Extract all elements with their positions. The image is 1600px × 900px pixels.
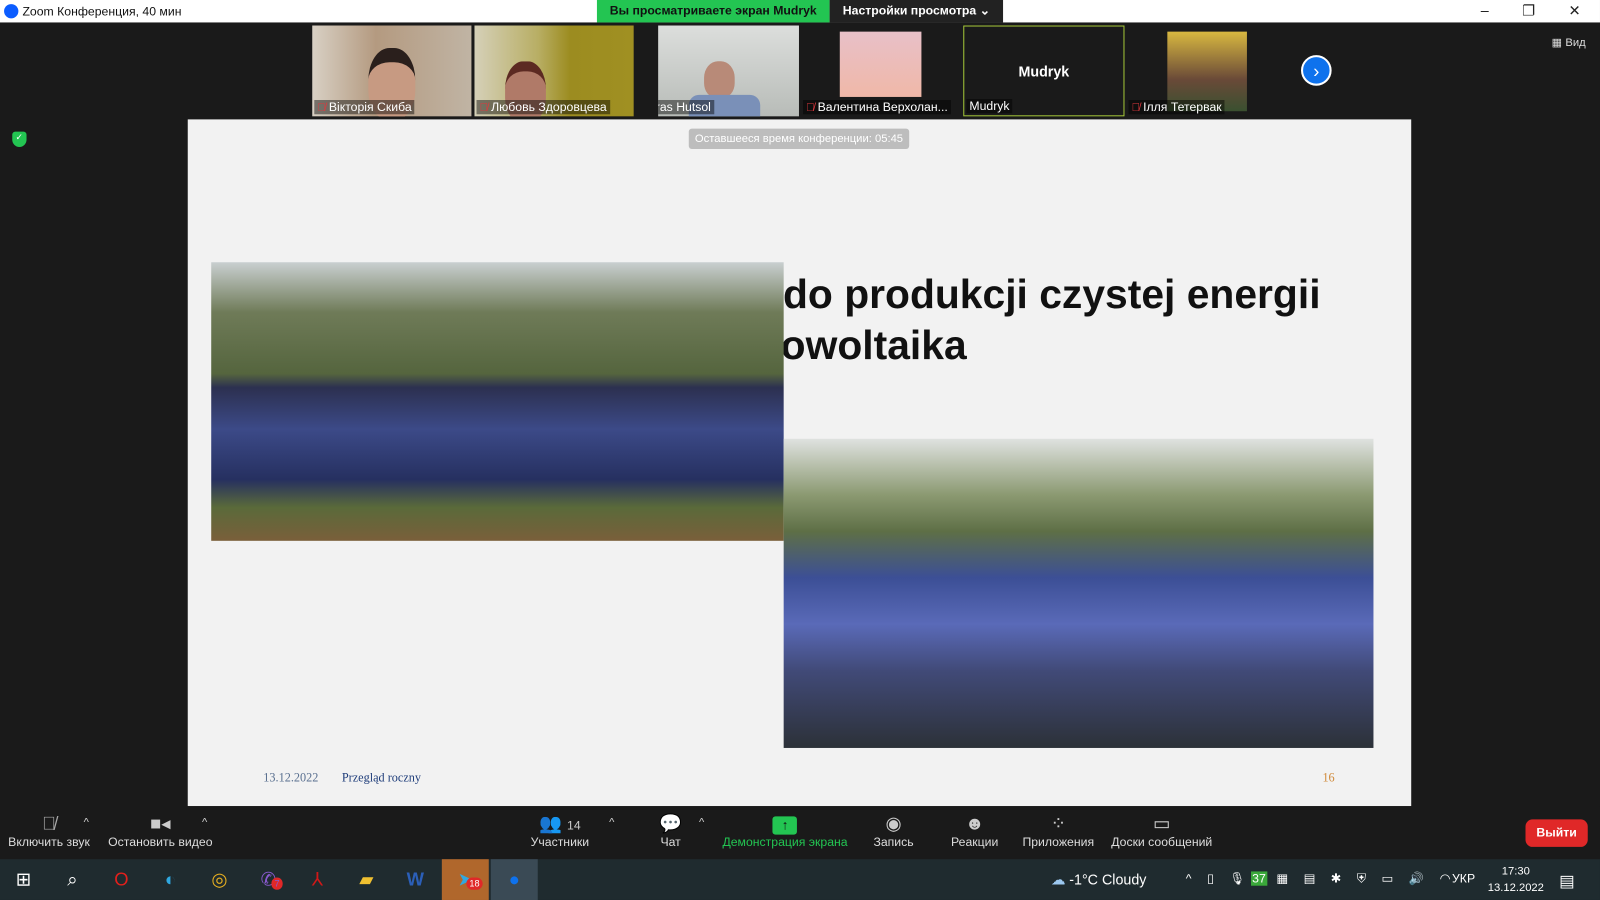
apps-icon: ⁘ <box>1050 813 1066 834</box>
solar-panels-photo-1 <box>211 262 784 541</box>
video-options-caret[interactable]: ^ <box>202 816 207 828</box>
muted-mic-icon: 🎙̸ <box>479 102 489 115</box>
muted-mic-icon: 🎙̸ <box>1131 102 1141 115</box>
chrome-icon[interactable]: ◎ <box>196 859 243 900</box>
view-label: Вид <box>1565 36 1586 49</box>
slide-date: 13.12.2022 <box>263 770 319 785</box>
encryption-shield-icon[interactable]: ✓ <box>12 131 27 147</box>
system-tray-icons[interactable]: ^ ▯ 🎙37 ▦ ▤ ✱ ⛨ ▭ 🔊 ◠ <box>1186 871 1457 886</box>
acrobat-icon[interactable]: ⅄ <box>294 859 341 900</box>
participant-tile[interactable]: 🎙̸ Вікторія Скиба <box>312 25 472 117</box>
solar-panels-photo-2 <box>783 438 1374 748</box>
emoji-icon: ☻ <box>964 813 985 834</box>
chat-button[interactable]: 💬 Чат <box>659 812 682 849</box>
clock-date: 13.12.2022 <box>1487 881 1544 894</box>
participant-name: Вікторія Скиба <box>328 99 412 115</box>
view-settings-label: Настройки просмотра <box>842 3 977 18</box>
leave-button[interactable]: Выйти <box>1525 819 1588 847</box>
participants-options-caret[interactable]: ^ <box>609 816 614 828</box>
file-explorer-icon[interactable]: ▰ <box>343 859 390 900</box>
participants-label: Участники <box>530 834 590 849</box>
zoom-logo-icon <box>4 4 19 19</box>
apps-label: Приложения <box>1022 834 1095 849</box>
video-camera-icon: ■◂ <box>150 813 171 834</box>
participant-tile-active[interactable]: Mudryk Mudryk <box>963 25 1125 117</box>
viber-badge: 7 <box>271 877 283 890</box>
search-icon[interactable]: ⌕ <box>49 859 96 900</box>
cloud-icon: ☁ <box>1051 871 1066 888</box>
notifications-icon[interactable]: ▤ <box>1559 871 1574 891</box>
viewing-screen-banner: Вы просматриваете экран Mudryk <box>596 0 830 23</box>
audio-options-caret[interactable]: ^ <box>84 816 89 828</box>
edge-icon[interactable]: ◐ <box>147 859 194 900</box>
next-page-button[interactable]: › <box>1301 55 1332 86</box>
view-settings-dropdown[interactable]: Настройки просмотра ⌄ <box>829 0 1004 23</box>
chat-icon: 💬 <box>659 813 683 834</box>
participant-tile[interactable]: 🎙̸ Любовь Здоровцева <box>474 25 634 117</box>
unmute-button[interactable]: 🎙̸ Включить звук <box>8 812 90 849</box>
participants-icon: 👥 14 <box>539 813 581 834</box>
word-icon[interactable]: W <box>392 859 439 900</box>
participant-name: Валентина Верхолан... <box>817 99 948 115</box>
whiteboard-icon: ▭ <box>1153 813 1171 834</box>
viber-icon[interactable]: ✆ 7 <box>245 859 292 900</box>
close-button[interactable]: ✕ <box>1559 2 1590 19</box>
apps-button[interactable]: ⁘ Приложения <box>1022 812 1094 849</box>
participant-tile[interactable]: Taras Hutsol <box>658 25 799 117</box>
tray-badge: 37 <box>1251 871 1267 886</box>
language-indicator[interactable]: УКР <box>1452 871 1475 885</box>
clock-time: 17:30 <box>1501 865 1530 878</box>
participants-count: 14 <box>567 818 581 833</box>
weather-widget[interactable]: ☁ -1°C Cloudy <box>1051 871 1146 888</box>
whiteboards-label: Доски сообщений <box>1111 834 1213 849</box>
weather-text: -1°C Cloudy <box>1069 871 1147 888</box>
whiteboards-button[interactable]: ▭ Доски сообщений <box>1111 812 1212 849</box>
participant-avatar-name: Mudryk <box>1018 63 1070 80</box>
participant-name: Любовь Здоровцева <box>491 99 607 115</box>
telegram-badge: 18 <box>466 877 483 890</box>
stop-video-button[interactable]: ■◂ Остановить видео <box>108 812 212 849</box>
muted-mic-icon: 🎙̸ <box>42 813 56 834</box>
participant-name: Taras Hutsol <box>658 99 711 115</box>
minimize-button[interactable]: – <box>1469 2 1500 18</box>
muted-mic-icon: 🎙̸ <box>317 102 326 115</box>
share-screen-button[interactable]: ↑ Демонстрация экрана <box>722 812 848 849</box>
stop-video-label: Остановить видео <box>108 834 213 849</box>
participant-name: Ілля Тетервак <box>1143 99 1222 115</box>
participants-button[interactable]: 👥 14 Участники <box>531 812 589 849</box>
maximize-button[interactable]: ❐ <box>1513 2 1544 19</box>
share-screen-label: Демонстрация экрана <box>722 834 848 849</box>
chat-label: Чат <box>660 834 681 849</box>
slide-page-number: 16 <box>1322 770 1335 785</box>
remaining-time-banner: Оставшееся время конференции: 05:45 <box>688 128 910 149</box>
view-button[interactable]: ▦ Вид <box>1552 36 1586 49</box>
share-screen-icon: ↑ <box>722 812 847 835</box>
record-label: Запись <box>873 834 914 849</box>
record-button[interactable]: ◉ Запись <box>873 812 913 849</box>
opera-icon[interactable]: O <box>98 859 145 900</box>
record-icon: ◉ <box>885 813 902 834</box>
chat-options-caret[interactable]: ^ <box>699 816 704 828</box>
reactions-label: Реакции <box>951 834 999 849</box>
telegram-icon[interactable]: ➤ 18 <box>441 859 489 900</box>
participant-name: Mudryk <box>969 98 1010 114</box>
slide-footer: Przegląd roczny <box>341 770 422 785</box>
reactions-button[interactable]: ☻ Реакции <box>951 812 998 849</box>
zoom-taskbar-icon[interactable]: ● <box>490 859 538 900</box>
participant-tile[interactable]: 🎙̸ Валентина Верхолан... <box>801 25 961 117</box>
window-title: Zoom Конференция, 40 мин <box>22 4 182 19</box>
clock[interactable]: 17:30 13.12.2022 <box>1488 863 1544 896</box>
muted-mic-icon: 🎙̸ <box>806 102 815 115</box>
participant-tile[interactable]: 🎙̸ Ілля Тетервак <box>1126 25 1286 117</box>
windows-start-icon[interactable]: ⊞ <box>0 859 47 900</box>
unmute-label: Включить звук <box>8 834 90 849</box>
